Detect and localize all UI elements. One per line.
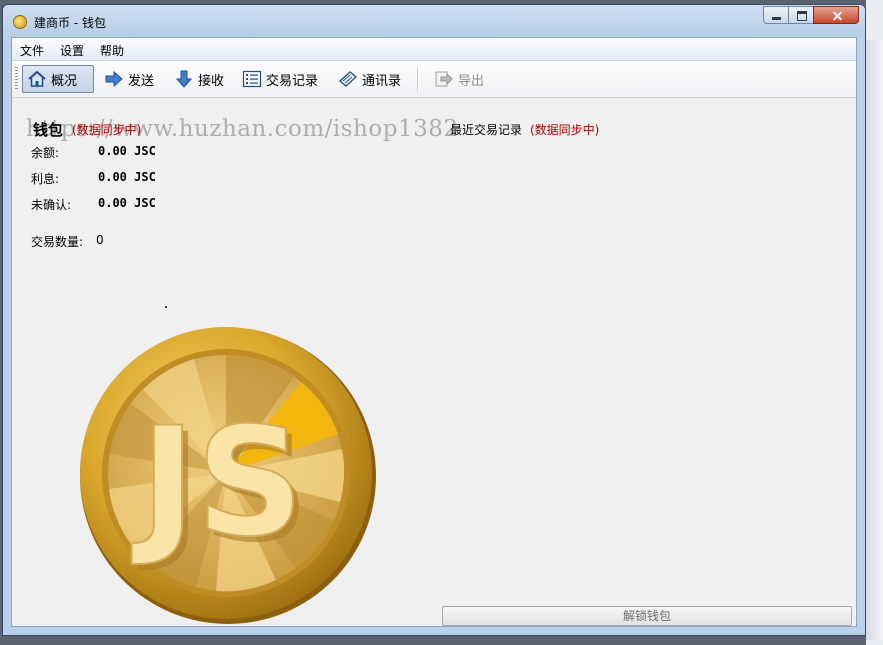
tab-address-book-label: 通讯录 — [362, 73, 402, 89]
toolbar-grip[interactable] — [15, 67, 18, 91]
window-controls — [763, 6, 859, 24]
unconfirmed-value: 0.00 JSC — [98, 196, 156, 210]
decorative-dot — [165, 306, 167, 308]
tx-count-value: 0 — [96, 233, 104, 247]
interest-value: 0.00 JSC — [98, 170, 156, 184]
wallet-sync-status: (数据同步中) — [72, 123, 142, 137]
export-button[interactable]: 导出 — [430, 65, 488, 93]
minimize-icon — [764, 7, 788, 23]
list-icon — [242, 70, 262, 88]
balance-value: 0.00 JSC — [98, 144, 156, 158]
background-panel — [866, 40, 883, 640]
recent-sync-status: (数据同步中) — [530, 123, 600, 137]
js-coin-icon: JS JS — [80, 327, 376, 624]
title-bar[interactable]: 建商币 - 钱包 — [3, 5, 865, 37]
window-title: 建商币 - 钱包 — [34, 16, 106, 30]
maximize-button[interactable] — [788, 6, 814, 24]
menu-bar: 文件 设置 帮助 — [12, 38, 856, 61]
unconfirmed-label: 未确认: — [31, 198, 72, 212]
recent-transactions-title: 最近交易记录 — [450, 123, 523, 137]
tab-send[interactable]: 发送 — [100, 65, 158, 93]
tab-receive-label: 接收 — [198, 73, 225, 89]
coin-logo: JS JS — [76, 324, 380, 628]
close-icon — [814, 7, 858, 23]
coin-letters: JS — [131, 396, 304, 570]
overview-page: https://www.huzhan.com/ishop1382 钱包 (数据同… — [12, 98, 856, 626]
menu-help[interactable]: 帮助 — [100, 42, 124, 59]
menu-file[interactable]: 文件 — [20, 42, 44, 59]
wallet-heading: 钱包 — [33, 121, 64, 139]
balance-label: 余额: — [31, 146, 60, 160]
toolbar: 概况 发送 接收 交易记录 通讯录 导出 — [12, 61, 856, 98]
client-area: 文件 设置 帮助 概况 发送 接收 交易记录 通讯录 导出 https://ww… — [11, 37, 857, 627]
menu-settings[interactable]: 设置 — [60, 42, 84, 59]
toolbar-separator — [417, 67, 419, 91]
app-window: 建商币 - 钱包 文件 设置 帮助 概况 发送 接收 交易记录 通讯录 导出 h… — [2, 4, 866, 636]
receive-arrow-icon — [175, 70, 193, 88]
maximize-icon — [789, 7, 813, 23]
tab-transactions[interactable]: 交易记录 — [238, 65, 322, 93]
unlock-wallet-button[interactable]: 解锁钱包 — [442, 606, 852, 626]
app-coin-icon — [13, 15, 27, 29]
tab-transactions-label: 交易记录 — [266, 73, 319, 89]
close-button[interactable] — [813, 6, 859, 24]
home-icon — [28, 70, 46, 87]
interest-label: 利息: — [31, 172, 60, 186]
tx-count-label: 交易数量: — [31, 235, 84, 249]
tab-receive[interactable]: 接收 — [170, 65, 228, 93]
export-button-label: 导出 — [458, 73, 485, 89]
tab-send-label: 发送 — [128, 73, 155, 89]
address-book-icon — [339, 71, 357, 87]
export-icon — [435, 71, 453, 87]
send-arrow-icon — [105, 70, 123, 88]
minimize-button[interactable] — [763, 6, 789, 24]
tab-overview[interactable]: 概况 — [22, 65, 94, 93]
tab-address-book[interactable]: 通讯录 — [334, 65, 405, 93]
tab-overview-label: 概况 — [51, 73, 78, 89]
